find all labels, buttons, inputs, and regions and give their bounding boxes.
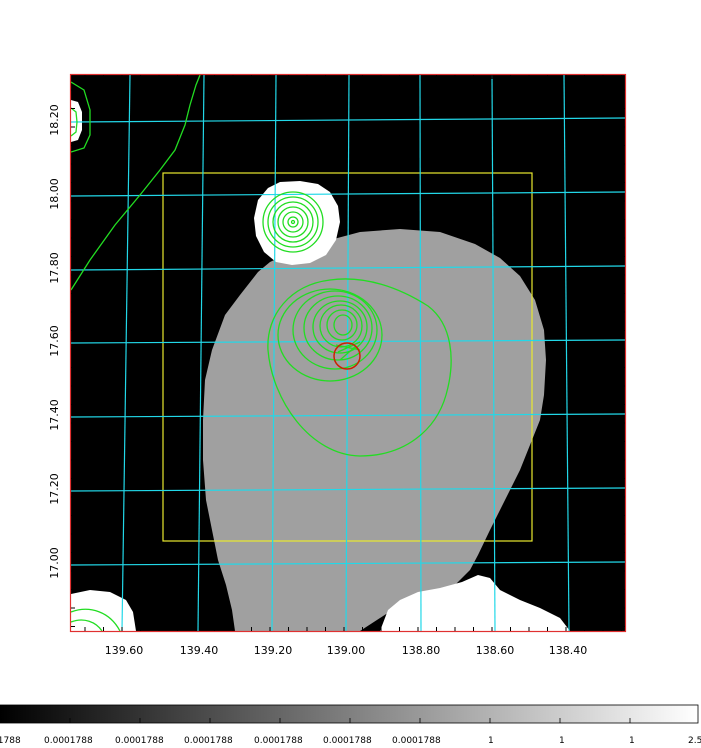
colorbar-label: 1 xyxy=(559,736,565,746)
colorbar-label: 0.0001788 xyxy=(44,736,93,746)
x-tick-label: 139.00 xyxy=(327,644,366,657)
colorbar-label: 0.0001788 xyxy=(392,736,441,746)
y-tick-label: 18.20 xyxy=(48,104,61,136)
colorbar-label: 0.0001788 xyxy=(184,736,233,746)
colorbar-label: 0.0001788 xyxy=(115,736,164,746)
image-panel xyxy=(71,75,625,631)
x-tick-label: 139.60 xyxy=(105,644,144,657)
y-tick-label: 17.20 xyxy=(48,473,61,505)
y-tick-label: 17.00 xyxy=(48,547,61,579)
colorbar xyxy=(0,704,699,724)
colorbar-label: 0.0001788 xyxy=(254,736,303,746)
x-tick-label: 139.40 xyxy=(180,644,219,657)
x-tick-label: 138.40 xyxy=(549,644,588,657)
colorbar-label: 1 xyxy=(629,736,635,746)
colorbar-labels: 0.0001788 0.0001788 0.0001788 0.0001788 … xyxy=(0,736,701,746)
colorbar-label: 2.5 xyxy=(688,736,701,746)
y-tick-label: 17.60 xyxy=(48,325,61,357)
y-tick-label: 17.80 xyxy=(48,252,61,284)
y-axis-labels: 18.20 18.00 17.80 17.60 17.40 17.20 17.0… xyxy=(48,104,61,579)
y-tick-label: 18.00 xyxy=(48,178,61,210)
colorbar-label: 0.0001788 xyxy=(323,736,372,746)
x-tick-label: 139.20 xyxy=(254,644,293,657)
x-axis-labels: 139.60 139.40 139.20 139.00 138.80 138.6… xyxy=(105,644,588,657)
colorbar-label: 0.0001788 xyxy=(0,736,21,746)
colorbar-label: 1 xyxy=(488,736,494,746)
x-tick-label: 138.60 xyxy=(476,644,515,657)
sky-image-figure: 139.60 139.40 139.20 139.00 138.80 138.6… xyxy=(0,73,701,746)
x-tick-label: 138.80 xyxy=(402,644,441,657)
y-tick-label: 17.40 xyxy=(48,399,61,431)
